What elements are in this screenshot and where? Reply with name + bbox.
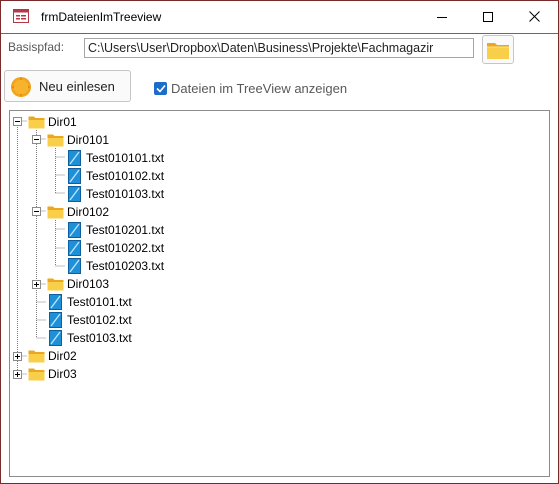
tree-node-label: Dir0102 — [67, 204, 110, 219]
expand-dir03-toggle[interactable] — [13, 370, 22, 379]
browse-folder-button[interactable] — [482, 35, 514, 64]
reload-button-label: Neu einlesen — [39, 79, 115, 94]
tree-node-label: Dir0101 — [67, 132, 110, 147]
show-files-label: Dateien im TreeView anzeigen — [171, 81, 348, 96]
tree-node-label: Dir02 — [48, 348, 77, 363]
title-bar[interactable]: frmDateienImTreeview — [1, 1, 558, 34]
maximize-icon — [483, 11, 493, 22]
minimize-icon — [437, 16, 447, 18]
close-icon — [528, 11, 540, 22]
tree-node-label: Dir0103 — [67, 276, 110, 291]
expand-dir0103-toggle[interactable] — [32, 280, 41, 289]
text-file-icon — [68, 149, 81, 166]
tree-node-file[interactable]: Test010101.txt — [66, 149, 164, 166]
maximize-button[interactable] — [465, 1, 511, 32]
tree-node-file[interactable]: Test010103.txt — [66, 185, 164, 202]
minimize-button[interactable] — [419, 1, 465, 32]
tree-node-label: Test010202.txt — [86, 240, 165, 255]
basis-path-label: Basispfad: — [8, 40, 65, 54]
tree-node-file[interactable]: Test0103.txt — [47, 329, 132, 346]
folder-icon — [47, 134, 64, 146]
tree-node-folder[interactable]: Dir0103 — [47, 275, 109, 292]
tree-node-file[interactable]: Test010201.txt — [66, 221, 164, 238]
folder-icon — [28, 116, 45, 128]
reload-button[interactable]: Neu einlesen — [4, 70, 131, 102]
text-file-icon — [68, 239, 81, 256]
tree-node-label: Dir01 — [48, 114, 77, 129]
tree-node-folder[interactable]: Dir02 — [28, 347, 77, 364]
basis-path-input[interactable]: C:\Users\User\Dropbox\Daten\Business\Pro… — [84, 38, 474, 58]
tree-node-folder[interactable]: Dir0101 — [47, 131, 109, 148]
checkmark-icon — [155, 84, 166, 93]
tree-node-file[interactable]: Test010202.txt — [66, 239, 164, 256]
tree-node-label: Test0103.txt — [67, 330, 132, 345]
tree-node-label: Test010103.txt — [86, 186, 165, 201]
text-file-icon — [68, 257, 81, 274]
text-file-icon — [49, 293, 62, 310]
text-file-icon — [68, 167, 81, 184]
folder-icon — [47, 278, 64, 290]
refresh-sun-icon — [11, 77, 31, 97]
tree-node-label: Test010201.txt — [86, 222, 165, 237]
tree-node-label: Test010203.txt — [86, 258, 165, 273]
window-title: frmDateienImTreeview — [41, 10, 162, 24]
close-button[interactable] — [511, 1, 557, 32]
tree-node-file[interactable]: Test010102.txt — [66, 167, 164, 184]
folder-icon — [28, 368, 45, 380]
folder-icon — [28, 350, 45, 362]
collapse-dir0102-toggle[interactable] — [32, 207, 41, 216]
collapse-dir01-toggle[interactable] — [13, 117, 22, 126]
folder-icon — [47, 206, 64, 218]
directory-treeview[interactable]: Dir01 Dir0101 Test010101.txt Test010102.… — [9, 110, 550, 477]
text-file-icon — [68, 185, 81, 202]
tree-node-file[interactable]: Test010203.txt — [66, 257, 164, 274]
tree-node-label: Test010101.txt — [86, 150, 165, 165]
form-icon — [13, 9, 29, 23]
collapse-dir0101-toggle[interactable] — [32, 135, 41, 144]
folder-icon — [487, 42, 509, 59]
text-file-icon — [49, 311, 62, 328]
tree-node-label: Dir03 — [48, 366, 77, 381]
show-files-checkbox[interactable] — [154, 82, 167, 95]
tree-node-folder[interactable]: Dir01 — [28, 113, 77, 130]
form-window: frmDateienImTreeview Basispfad: C:\Users… — [0, 0, 559, 484]
tree-node-label: Test010102.txt — [86, 168, 165, 183]
tree-node-folder[interactable]: Dir0102 — [47, 203, 109, 220]
tree-node-folder[interactable]: Dir03 — [28, 365, 77, 382]
text-file-icon — [49, 329, 62, 346]
tree-node-label: Test0101.txt — [67, 294, 132, 309]
expand-dir02-toggle[interactable] — [13, 352, 22, 361]
tree-node-file[interactable]: Test0101.txt — [47, 293, 132, 310]
tree-node-label: Test0102.txt — [67, 312, 132, 327]
text-file-icon — [68, 221, 81, 238]
tree-node-file[interactable]: Test0102.txt — [47, 311, 132, 328]
